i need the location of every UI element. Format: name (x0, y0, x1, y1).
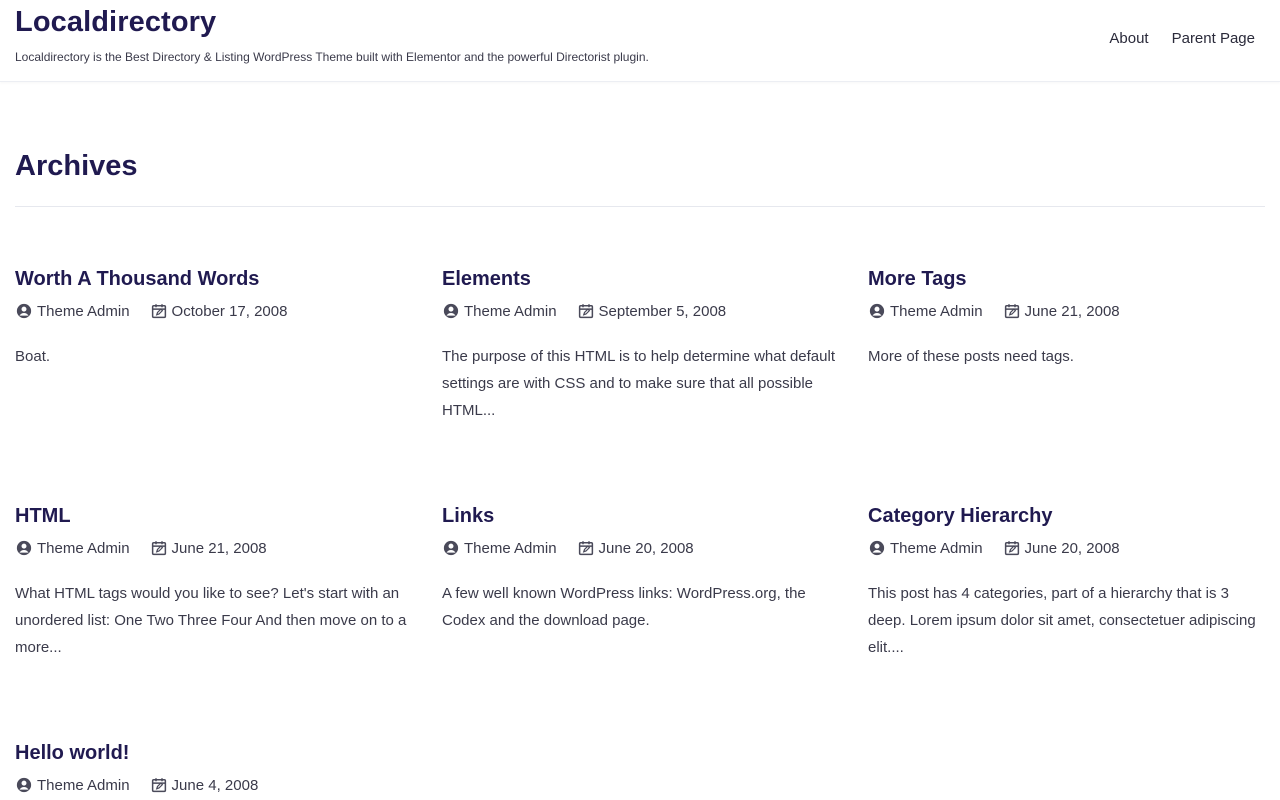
title-divider (15, 206, 1265, 207)
user-circle-icon (16, 777, 32, 793)
post-date-text: October 17, 2008 (171, 302, 288, 320)
post-card: Elements Theme Admin September 5, 2008 T… (442, 266, 837, 424)
post-excerpt: More of these posts need tags. (868, 348, 1074, 365)
post-title[interactable]: Category Hierarchy (868, 503, 1263, 529)
post-date[interactable]: June 21, 2008 (150, 539, 267, 557)
user-circle-icon (16, 303, 32, 319)
user-circle-icon (16, 540, 32, 556)
calendar-edit-icon (1004, 541, 1019, 556)
post-card: Worth A Thousand Words Theme Admin Octob… (15, 266, 410, 370)
site-header: Localdirectory Localdirectory is the Bes… (0, 0, 1280, 82)
post-card: HTML Theme Admin June 21, 2008 What HTML… (15, 503, 410, 661)
post-date-text: June 20, 2008 (598, 539, 694, 557)
post-date-text: June 21, 2008 (171, 539, 267, 557)
post-excerpt: What HTML tags would you like to see? Le… (15, 585, 407, 656)
post-date[interactable]: October 17, 2008 (150, 302, 288, 320)
post-date[interactable]: June 20, 2008 (577, 539, 694, 557)
post-excerpt: The purpose of this HTML is to help dete… (442, 348, 835, 419)
post-card: Category Hierarchy Theme Admin June 20, … (868, 503, 1263, 661)
calendar-edit-icon (151, 541, 166, 556)
post-excerpt: This post has 4 categories, part of a hi… (868, 585, 1256, 656)
user-circle-icon (869, 540, 885, 556)
post-date-text: June 4, 2008 (171, 776, 259, 794)
post-meta: Theme Admin June 21, 2008 (868, 301, 1263, 321)
post-title[interactable]: Hello world! (15, 740, 410, 766)
calendar-edit-icon (578, 541, 593, 556)
site-tagline: Localdirectory is the Best Directory & L… (15, 50, 649, 64)
user-circle-icon (869, 303, 885, 319)
post-meta: Theme Admin June 4, 2008 (15, 775, 410, 795)
post-date-text: June 20, 2008 (1024, 539, 1120, 557)
post-card: Links Theme Admin June 20, 2008 A few we… (442, 503, 837, 634)
post-meta: Theme Admin October 17, 2008 (15, 301, 410, 321)
post-author[interactable]: Theme Admin (868, 539, 983, 557)
nav-item-parent-page[interactable]: Parent Page (1172, 30, 1255, 47)
calendar-edit-icon (578, 304, 593, 319)
post-author[interactable]: Theme Admin (442, 539, 557, 557)
post-author[interactable]: Theme Admin (442, 302, 557, 320)
post-excerpt: A few well known WordPress links: WordPr… (442, 585, 806, 629)
post-meta: Theme Admin June 21, 2008 (15, 538, 410, 558)
post-author-name: Theme Admin (464, 302, 557, 320)
post-author-name: Theme Admin (37, 539, 130, 557)
page-title: Archives (15, 150, 138, 182)
post-author-name: Theme Admin (464, 539, 557, 557)
post-author[interactable]: Theme Admin (15, 539, 130, 557)
post-meta: Theme Admin September 5, 2008 (442, 301, 837, 321)
calendar-edit-icon (151, 778, 166, 793)
post-card: Hello world! Theme Admin June 4, 2008 (15, 740, 410, 795)
post-card: More Tags Theme Admin June 21, 2008 More… (868, 266, 1263, 370)
post-author-name: Theme Admin (37, 776, 130, 794)
primary-nav: About Parent Page (1109, 30, 1255, 47)
user-circle-icon (443, 540, 459, 556)
post-title[interactable]: HTML (15, 503, 410, 529)
post-title[interactable]: Elements (442, 266, 837, 292)
post-author-name: Theme Admin (37, 302, 130, 320)
post-meta: Theme Admin June 20, 2008 (442, 538, 837, 558)
post-date[interactable]: June 4, 2008 (150, 776, 259, 794)
post-title[interactable]: More Tags (868, 266, 1263, 292)
nav-item-about[interactable]: About (1109, 30, 1148, 47)
post-meta: Theme Admin June 20, 2008 (868, 538, 1263, 558)
post-author[interactable]: Theme Admin (15, 776, 130, 794)
calendar-edit-icon (1004, 304, 1019, 319)
post-author-name: Theme Admin (890, 302, 983, 320)
post-title[interactable]: Links (442, 503, 837, 529)
site-title[interactable]: Localdirectory (15, 6, 216, 39)
post-date[interactable]: September 5, 2008 (577, 302, 727, 320)
post-author-name: Theme Admin (890, 539, 983, 557)
post-date-text: September 5, 2008 (598, 302, 727, 320)
post-date[interactable]: June 20, 2008 (1003, 539, 1120, 557)
post-author[interactable]: Theme Admin (868, 302, 983, 320)
post-date-text: June 21, 2008 (1024, 302, 1120, 320)
calendar-edit-icon (151, 304, 166, 319)
post-author[interactable]: Theme Admin (15, 302, 130, 320)
post-excerpt: Boat. (15, 348, 51, 365)
post-title[interactable]: Worth A Thousand Words (15, 266, 410, 292)
post-date[interactable]: June 21, 2008 (1003, 302, 1120, 320)
user-circle-icon (443, 303, 459, 319)
